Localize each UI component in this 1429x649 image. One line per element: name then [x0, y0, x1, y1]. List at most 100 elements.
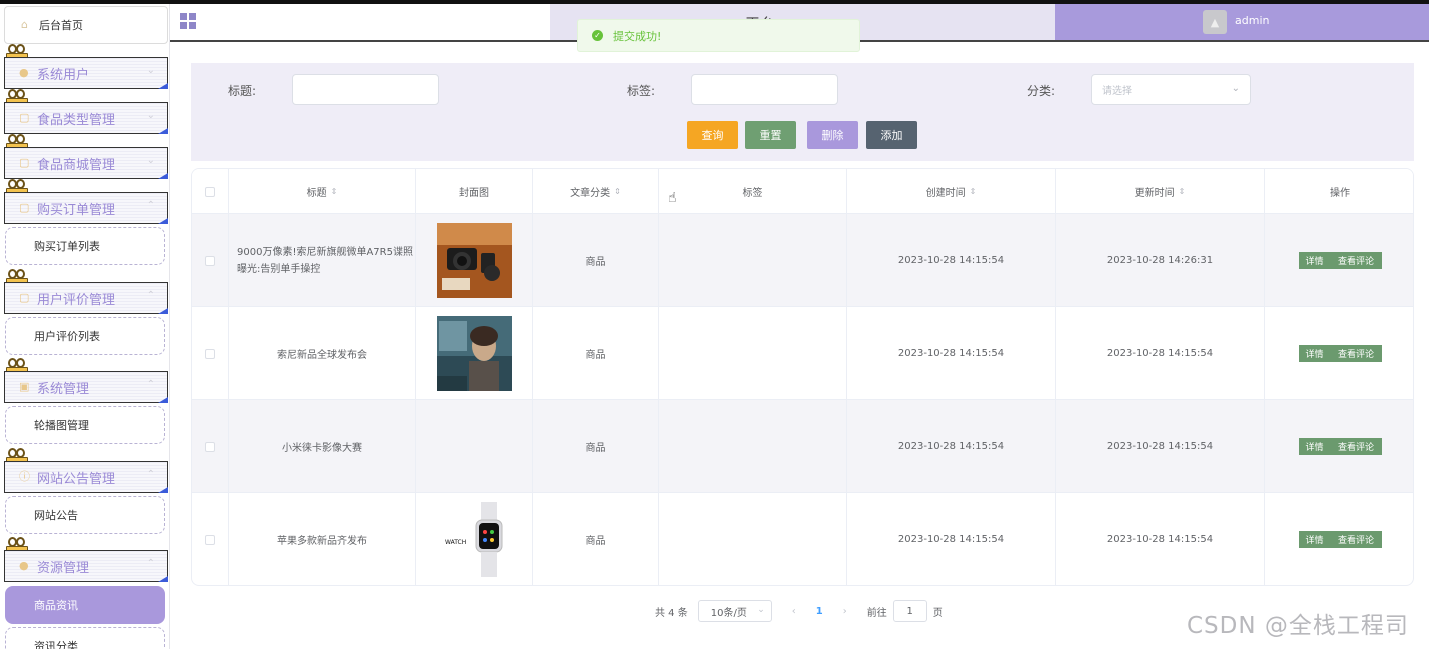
sidebar-item-product-news[interactable]: 商品资讯: [5, 586, 165, 624]
document-icon: ▢: [19, 201, 30, 214]
cover-cell: [416, 400, 533, 493]
cover-cell: [416, 214, 533, 307]
delete-button[interactable]: 删除: [807, 121, 858, 149]
cover-image-portrait[interactable]: [436, 316, 512, 391]
corner-decoration: [158, 576, 168, 582]
sidebar-group-reviews[interactable]: ▢ 用户评价管理 ⌃: [4, 282, 168, 314]
sidebar-item-label: 资讯分类: [34, 640, 78, 649]
cover-image-watch[interactable]: WATCH: [436, 502, 512, 577]
sidebar-group-food-mall[interactable]: ▢ 食品商城管理 ⌄: [4, 147, 168, 179]
view-comments-button[interactable]: 查看评论: [1331, 345, 1382, 362]
title-cell: 索尼新品全球发布会: [229, 307, 416, 400]
sidebar-item-order-list[interactable]: 购买订单列表: [5, 227, 165, 265]
sidebar-group-resources[interactable]: ● 资源管理 ⌃: [4, 550, 168, 582]
row-select-cell: [192, 493, 229, 585]
sidebar-group-label: 用户评价管理: [37, 292, 116, 308]
column-label: 标题: [306, 188, 327, 199]
sidebar-item-home[interactable]: ⌂ 后台首页: [4, 6, 168, 44]
view-comments-button[interactable]: 查看评论: [1331, 438, 1382, 455]
sidebar-group-food-type[interactable]: ▢ 食品类型管理 ⌄: [4, 102, 168, 134]
add-button[interactable]: 添加: [866, 121, 917, 149]
header-user-zone[interactable]: ▲ admin: [1055, 4, 1429, 40]
sidebar-group-label: 资源管理: [37, 560, 90, 576]
column-header-title[interactable]: 标题 ⇕: [229, 169, 416, 214]
sidebar-item-label: 网站公告: [34, 509, 78, 522]
chevron-up-icon: ⌃: [146, 469, 155, 480]
column-label: 操作: [1330, 188, 1350, 199]
sidebar-group-system-users[interactable]: ● 系统用户 ⌄: [4, 57, 168, 89]
category-select[interactable]: 请选择 ⌄: [1091, 74, 1251, 105]
watch-label: WATCH: [445, 539, 466, 546]
sort-icon[interactable]: ⇕: [1179, 187, 1186, 196]
actions-cell: 详情 查看评论: [1265, 307, 1413, 400]
search-panel: 标题: 标签: 分类: 请选择 ⌄ 查询 重置 删除 添加: [191, 63, 1414, 161]
sidebar-group-orders[interactable]: ▢ 购买订单管理 ⌃: [4, 192, 168, 224]
sort-icon[interactable]: ⇕: [331, 187, 338, 196]
sidebar-group-notices[interactable]: ⓘ 网站公告管理 ⌃: [4, 461, 168, 493]
avatar[interactable]: ▲: [1203, 10, 1227, 34]
tag-input[interactable]: [691, 74, 838, 105]
row-checkbox[interactable]: [205, 441, 215, 452]
sidebar-group-label: 网站公告管理: [37, 471, 116, 487]
sidebar-item-notice[interactable]: 网站公告: [5, 496, 165, 534]
column-label: 创建时间: [925, 188, 966, 199]
detail-button[interactable]: 详情: [1299, 252, 1331, 269]
view-comments-button[interactable]: 查看评论: [1331, 531, 1382, 548]
cover-image-camera[interactable]: [436, 223, 512, 298]
category-label: 分类:: [1027, 84, 1056, 98]
prev-page-button[interactable]: ‹: [792, 606, 796, 617]
page-size-select[interactable]: 10条/页 ⌄: [697, 600, 772, 622]
detail-button[interactable]: 详情: [1299, 438, 1331, 455]
page-number-1[interactable]: 1: [816, 606, 823, 617]
sidebar-item-news-category[interactable]: 资讯分类: [5, 627, 165, 649]
sort-icon[interactable]: ⇕: [614, 187, 621, 196]
chevron-down-icon: ⌄: [146, 110, 155, 121]
cover-image-placeholder[interactable]: [436, 409, 512, 484]
chevron-down-icon: ⌄: [757, 605, 765, 615]
sidebar-item-carousel[interactable]: 轮播图管理: [5, 406, 165, 444]
goto-label: 前往: [866, 607, 887, 619]
select-all-checkbox[interactable]: [205, 186, 215, 197]
row-select-cell: [192, 214, 229, 307]
column-header-tag: 标签: [659, 169, 847, 214]
column-header-updated[interactable]: 更新时间 ⇕: [1056, 169, 1265, 214]
sidebar-group-label: 系统管理: [37, 381, 90, 397]
reset-button[interactable]: 重置: [745, 121, 796, 149]
sidebar-group-system[interactable]: ▣ 系统管理 ⌃: [4, 371, 168, 403]
settings-icon: ▣: [19, 380, 30, 393]
updated-cell: 2023-10-28 14:15:54: [1056, 307, 1265, 400]
detail-button[interactable]: 详情: [1299, 531, 1331, 548]
tag-cell: [659, 400, 847, 493]
row-select-cell: [192, 307, 229, 400]
actions-cell: 详情 查看评论: [1265, 493, 1413, 585]
user-icon: ●: [19, 66, 29, 79]
goto-page-input[interactable]: 1: [892, 600, 927, 622]
corner-decoration: [158, 308, 168, 314]
title-input[interactable]: [292, 74, 439, 105]
tag-cell: [659, 307, 847, 400]
column-header-category[interactable]: 文章分类 ⇕: [533, 169, 659, 214]
row-checkbox[interactable]: [205, 534, 215, 545]
view-comments-button[interactable]: 查看评论: [1331, 252, 1382, 269]
cover-cell: WATCH: [416, 493, 533, 585]
title-cell: 小米徕卡影像大赛: [229, 400, 416, 493]
username[interactable]: admin: [1235, 14, 1269, 27]
row-checkbox[interactable]: [205, 255, 215, 266]
menu-grid-icon[interactable]: [180, 13, 196, 29]
column-label: 更新时间: [1134, 188, 1175, 199]
corner-decoration: [158, 487, 168, 493]
row-checkbox[interactable]: [205, 348, 215, 359]
sort-icon[interactable]: ⇕: [970, 187, 977, 196]
corner-decoration: [158, 83, 168, 89]
column-header-created[interactable]: 创建时间 ⇕: [847, 169, 1056, 214]
query-button[interactable]: 查询: [687, 121, 738, 149]
sidebar-item-label: 轮播图管理: [34, 419, 89, 432]
column-header-cover: 封面图: [416, 169, 533, 214]
next-page-button[interactable]: ›: [843, 606, 847, 617]
tag-label: 标签:: [627, 84, 656, 98]
detail-button[interactable]: 详情: [1299, 345, 1331, 362]
chevron-up-icon: ⌃: [146, 200, 155, 211]
page-size-value: 10条/页: [710, 607, 747, 619]
sidebar-item-review-list[interactable]: 用户评价列表: [5, 317, 165, 355]
corner-decoration: [158, 218, 168, 224]
